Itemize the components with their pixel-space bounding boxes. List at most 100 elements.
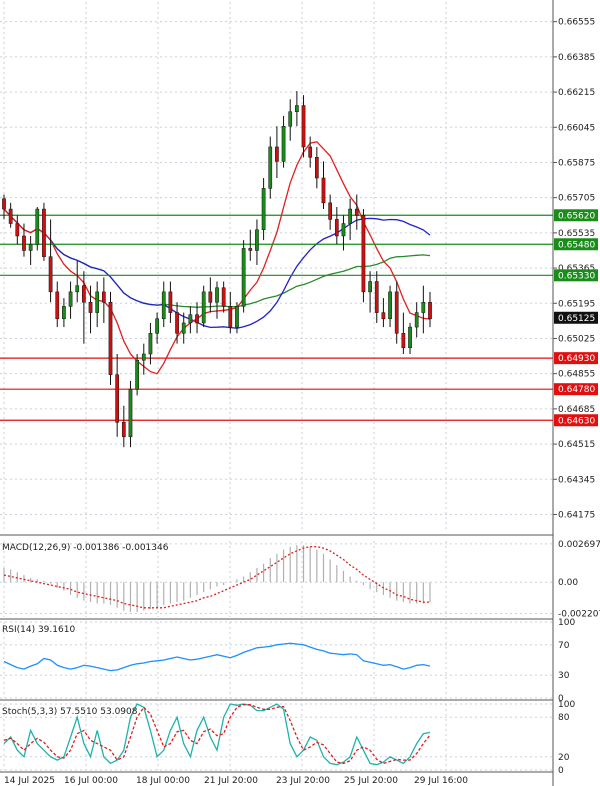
price-tick-label: 0.64515 <box>558 440 595 450</box>
candle-body <box>128 388 133 438</box>
candle-body <box>135 359 139 390</box>
candle-body <box>275 146 279 162</box>
x-tick-label: 21 Jul 20:00 <box>204 776 258 786</box>
candle-body <box>68 291 73 307</box>
rsi-tick-label: 100 <box>558 618 575 628</box>
x-tick-label: 14 Jul 2025 <box>4 776 55 786</box>
candle-body <box>248 248 253 251</box>
candle-body <box>334 219 339 237</box>
x-tick-label: 25 Jul 20:00 <box>344 776 398 786</box>
level-lines: 0.65620 0.65480 0.65330 0.64930 0.64780 0.646… <box>0 209 598 427</box>
stoch-tick-label: 0 <box>558 766 564 776</box>
candle-body <box>374 281 379 313</box>
candle-body <box>288 111 293 127</box>
candle-body <box>75 285 80 293</box>
stoch-tick-label: 100 <box>558 700 575 710</box>
candle-body <box>141 353 146 361</box>
candle-body <box>348 208 352 224</box>
candle-body <box>62 306 66 320</box>
candle-body <box>314 157 319 179</box>
stoch-tick-label: 80 <box>558 713 570 723</box>
candle-body <box>22 235 26 251</box>
candle-body <box>354 208 359 216</box>
candle-body <box>268 146 273 189</box>
price-tick-label: 0.66215 <box>558 88 595 98</box>
candle-body <box>281 125 286 162</box>
level-label: 0.64630 <box>558 416 595 426</box>
candle-body <box>115 374 120 423</box>
candle-body <box>241 248 246 307</box>
level-label: 0.64930 <box>558 354 595 364</box>
level-label: 0.64780 <box>558 385 595 395</box>
price-axis: 0.66555 0.66385 0.66215 0.66045 0.65875 0.657… <box>553 18 595 520</box>
candle-body <box>381 312 386 320</box>
candle-body <box>215 287 219 303</box>
level-label: 0.65620 <box>558 211 595 221</box>
candle-body <box>414 312 419 328</box>
candle-body <box>408 326 412 349</box>
rsi-tick-label: 70 <box>558 641 570 651</box>
price-tick-label: 0.64345 <box>558 475 595 485</box>
candle-body <box>308 146 313 158</box>
candle-body <box>388 291 392 320</box>
price-tick-label: 0.65875 <box>558 158 595 168</box>
price-tick-label: 0.66385 <box>558 53 595 63</box>
candle-body <box>261 188 266 231</box>
price-grid <box>0 2 553 530</box>
candle-body <box>108 301 113 375</box>
candle-body <box>295 105 299 112</box>
candle-body <box>328 202 333 220</box>
current-price-label: 0.65125 <box>558 314 595 324</box>
x-tick-label: 29 Jul 16:00 <box>414 776 468 786</box>
price-tick-label: 0.64855 <box>558 370 595 380</box>
candle-body <box>155 318 159 334</box>
candle-body <box>42 208 46 257</box>
candle-body <box>301 105 306 148</box>
rsi-grid <box>0 621 553 699</box>
price-tick-label: 0.64175 <box>558 510 595 520</box>
candle-body <box>48 256 53 293</box>
price-tick-label: 0.65535 <box>558 229 595 239</box>
level-label: 0.65480 <box>558 240 595 250</box>
macd-tick-label: 0.00 <box>558 578 578 588</box>
candle-body <box>2 198 6 210</box>
candles <box>2 91 432 448</box>
x-tick-label: 16 Jul 00:00 <box>64 776 118 786</box>
candle-body <box>55 291 60 320</box>
candle-body <box>394 291 399 334</box>
price-tick-label: 0.66555 <box>558 18 595 28</box>
price-tick-label: 0.65025 <box>558 334 595 344</box>
stoch-panel: Stoch(5,3,3) 57.5510 53.0908 100 80 20 0 <box>2 700 575 776</box>
candle-body <box>15 223 20 237</box>
candle-body <box>321 177 326 204</box>
rsi-tick-label: 30 <box>558 671 570 681</box>
price-tick-label: 0.65195 <box>558 299 595 309</box>
macd-signal-line <box>3 546 430 609</box>
level-label: 0.65330 <box>558 271 595 281</box>
x-tick-label: 18 Jul 00:00 <box>136 776 190 786</box>
candle-body <box>121 422 126 438</box>
macd-label: MACD(12,26,9) -0.001386 -0.001346 <box>2 543 169 553</box>
macd-panel: MACD(12,26,9) -0.001386 -0.001346 0.00269… <box>2 540 600 620</box>
candle-body <box>235 306 239 328</box>
candle-body <box>148 333 153 355</box>
candle-body <box>95 291 100 313</box>
price-tick-label: 0.66045 <box>558 123 595 133</box>
candle-body <box>228 306 233 328</box>
candle-body <box>368 281 372 293</box>
candle-body <box>221 287 226 307</box>
candle-body <box>195 314 199 324</box>
candle-body <box>255 229 259 251</box>
candle-body <box>35 208 40 245</box>
candle-body <box>88 301 93 313</box>
x-axis: 14 Jul 2025 16 Jul 00:00 18 Jul 00:00 21 Ju… <box>4 776 468 786</box>
rsi-panel: RSI(14) 39.161010070300 <box>2 618 575 704</box>
candle-body <box>28 244 33 251</box>
forex-chart[interactable]: 0.66555 0.66385 0.66215 0.66045 0.65875 0.657… <box>0 0 600 786</box>
candle-body <box>361 215 366 293</box>
candle-body <box>175 312 179 334</box>
stoch-tick-label: 20 <box>558 753 570 763</box>
rsi-label: RSI(14) 39.1610 <box>2 625 75 635</box>
candle-body <box>168 291 173 313</box>
stoch-label: Stoch(5,3,3) 57.5510 53.0908 <box>2 707 138 717</box>
